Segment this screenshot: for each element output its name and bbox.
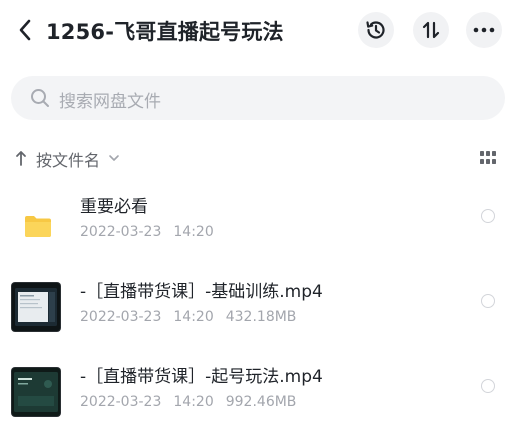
top-bar: 1256-飞哥直播起号玩法 (0, 0, 520, 62)
list-item[interactable]: 重要必看 2022-03-23 14:20 (0, 192, 520, 276)
list-item[interactable]: -［直播带货课］-基础训练.mp4 2022-03-23 14:20 432.18M… (0, 277, 520, 361)
file-time: 14:20 (173, 309, 214, 325)
search-icon (31, 89, 49, 107)
file-name: -［直播带货课］-基础训练.mp4 (80, 282, 323, 302)
file-date: 2022-03-23 (80, 309, 162, 325)
file-size: 992.46MB (225, 394, 297, 410)
file-size: 432.18MB (225, 309, 297, 325)
sort-button[interactable] (413, 12, 449, 48)
file-time: 14:20 (173, 224, 214, 240)
history-button[interactable] (358, 12, 394, 48)
chevron-down-icon[interactable] (108, 152, 120, 164)
file-time: 14:20 (173, 394, 214, 410)
select-radio[interactable] (481, 294, 495, 308)
search-placeholder: 搜索网盘文件 (59, 92, 161, 112)
list-item[interactable]: -［直播带货课］-起号玩法.mp4 2022-03-23 14:20 992.46M… (0, 362, 520, 446)
page-title: 1256-飞哥直播起号玩法 (46, 20, 284, 44)
file-name: 重要必看 (80, 197, 148, 217)
video-thumbnail (12, 368, 60, 416)
sort-bar: 按文件名 (0, 146, 520, 172)
sort-arrows-icon (422, 21, 440, 39)
file-meta: 2022-03-23 14:20 432.18MB (80, 309, 308, 325)
grid-view-icon[interactable] (480, 151, 496, 165)
search-bar[interactable]: 搜索网盘文件 (11, 76, 505, 120)
arrow-up-icon (16, 151, 26, 166)
file-meta: 2022-03-23 14:20 992.46MB (80, 394, 308, 410)
history-clock-icon (366, 21, 385, 39)
chevron-left-icon[interactable] (12, 17, 38, 43)
file-date: 2022-03-23 (80, 394, 162, 410)
more-dots-icon (473, 27, 495, 33)
folder-icon (25, 216, 51, 237)
file-date: 2022-03-23 (80, 224, 162, 240)
more-button[interactable] (466, 12, 502, 48)
file-name: -［直播带货课］-起号玩法.mp4 (80, 367, 323, 387)
file-meta: 2022-03-23 14:20 (80, 224, 226, 240)
sort-by-name-label[interactable]: 按文件名 (36, 147, 100, 171)
video-thumbnail (12, 283, 60, 331)
select-radio[interactable] (481, 209, 495, 223)
select-radio[interactable] (481, 379, 495, 393)
